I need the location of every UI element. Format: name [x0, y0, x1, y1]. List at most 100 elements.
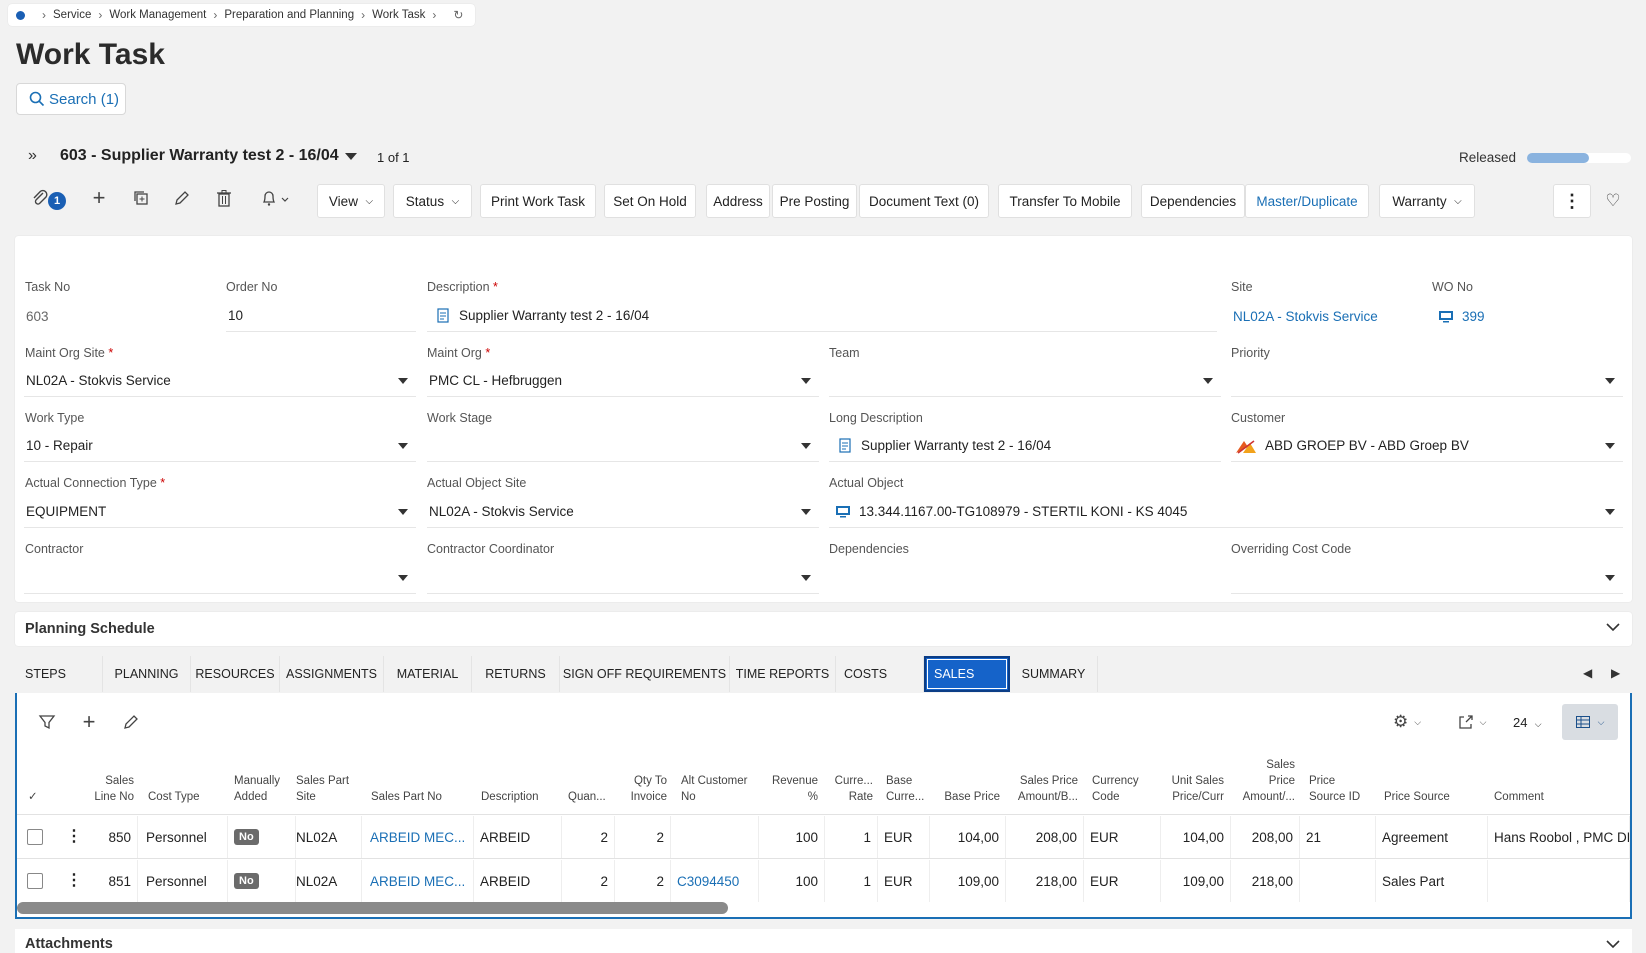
col-revenue-pct[interactable]: Revenue % — [768, 753, 818, 805]
pre-posting-button[interactable]: Pre Posting — [772, 184, 857, 218]
dependencies-button[interactable]: Dependencies — [1141, 184, 1245, 218]
contractor-select[interactable] — [24, 562, 416, 594]
cell-alt-customer-no[interactable] — [671, 816, 759, 858]
grid-edit-icon[interactable] — [119, 710, 143, 734]
work-stage-select[interactable] — [427, 430, 819, 462]
page-size-select[interactable]: 24 ⌵ — [1513, 715, 1542, 730]
refresh-icon[interactable]: ↻ — [453, 8, 463, 22]
work-type-select[interactable]: 10 - Repair — [24, 430, 416, 462]
col-sales-part-site[interactable]: Sales Part Site — [296, 753, 364, 805]
attachments-section[interactable]: Attachments — [15, 929, 1632, 953]
row-menu-icon[interactable]: ⋮ — [66, 870, 82, 890]
actual-object-site-select[interactable]: NL02A - Stokvis Service — [427, 496, 819, 528]
maint-org-site-select[interactable]: NL02A - Stokvis Service — [24, 365, 416, 397]
document-text-button[interactable]: Document Text (0) — [859, 184, 989, 218]
breadcrumb-preparation-planning[interactable]: Preparation and Planning — [224, 9, 354, 21]
row-menu-icon[interactable]: ⋮ — [66, 826, 82, 846]
col-price-source[interactable]: Price Source — [1384, 753, 1464, 805]
col-currency-rate[interactable]: Curre... Rate — [825, 753, 873, 805]
row-checkbox[interactable] — [27, 873, 43, 889]
breadcrumb-work-task[interactable]: Work Task — [372, 9, 425, 21]
select-all-checkmark-icon[interactable]: ✓ — [28, 753, 48, 805]
home-icon[interactable] — [16, 10, 25, 20]
tab-costs[interactable]: COSTS — [836, 656, 924, 692]
cell-price-source-id: 21 — [1300, 816, 1376, 858]
priority-select[interactable] — [1231, 365, 1623, 397]
cell-alt-customer-no[interactable]: C3094450 — [671, 860, 759, 902]
tab-steps[interactable]: STEPS — [15, 656, 103, 692]
col-description[interactable]: Description — [481, 753, 561, 805]
col-sales-price-amount-base[interactable]: Sales Price Amount/B... — [1010, 753, 1078, 805]
tab-scroll-left-icon[interactable]: ◀ — [1583, 666, 1592, 680]
tab-summary[interactable]: SUMMARY — [1010, 656, 1098, 692]
order-no-field[interactable]: 10 — [226, 300, 416, 332]
grid-settings-icon[interactable]: ⚙ ⌵ — [1385, 710, 1429, 734]
address-button[interactable]: Address — [706, 184, 770, 218]
breadcrumb-service[interactable]: Service — [53, 9, 91, 21]
description-field[interactable]: Supplier Warranty test 2 - 16/04 — [427, 300, 1217, 332]
set-on-hold-button[interactable]: Set On Hold — [604, 184, 696, 218]
filter-icon[interactable] — [35, 710, 59, 734]
search-button[interactable]: Search (1) — [16, 83, 126, 115]
horizontal-scrollbar[interactable] — [17, 902, 728, 914]
warranty-dropdown[interactable]: Warranty ⌵ — [1379, 184, 1475, 218]
col-price-source-id[interactable]: Price Source ID — [1309, 753, 1369, 805]
planning-schedule-section[interactable]: Planning Schedule — [15, 612, 1632, 646]
col-unit-sales-price-curr[interactable]: Unit Sales Price/Curr — [1164, 753, 1224, 805]
tab-resources[interactable]: RESOURCES — [191, 656, 280, 692]
col-manually-added[interactable]: Manually Added — [234, 753, 294, 805]
view-dropdown[interactable]: View ⌵ — [317, 184, 385, 218]
actual-connection-type-select[interactable]: EQUIPMENT — [24, 496, 416, 528]
grid-add-icon[interactable]: + — [77, 709, 101, 734]
breadcrumb-work-management[interactable]: Work Management — [109, 9, 206, 21]
tab-planning[interactable]: PLANNING — [103, 656, 191, 692]
tab-sign-off-requirements[interactable]: SIGN OFF REQUIREMENTS — [560, 656, 730, 692]
col-cost-type[interactable]: Cost Type — [148, 753, 228, 805]
edit-icon[interactable] — [170, 186, 194, 210]
tab-time-reports[interactable]: TIME REPORTS — [730, 656, 836, 692]
add-icon[interactable]: + — [87, 185, 111, 210]
actual-object-select[interactable]: 13.344.1167.00-TG108979 - STERTIL KONI -… — [829, 496, 1623, 528]
cell-sales-part-no[interactable]: ARBEID MEC... — [364, 816, 474, 858]
delete-icon[interactable] — [212, 186, 236, 210]
site-label: Site — [1231, 280, 1253, 294]
col-alt-customer-no[interactable]: Alt Customer No — [681, 753, 765, 805]
master-duplicate-button[interactable]: Master/Duplicate — [1245, 184, 1369, 218]
chevron-down-icon[interactable] — [1606, 620, 1620, 634]
tab-assignments[interactable]: ASSIGNMENTS — [280, 656, 384, 692]
more-options-icon[interactable]: ⋮ — [1553, 184, 1591, 218]
team-select[interactable] — [829, 365, 1221, 397]
transfer-to-mobile-button[interactable]: Transfer To Mobile — [998, 184, 1132, 218]
notification-bell-icon[interactable] — [255, 186, 295, 210]
cell-sales-part-no[interactable]: ARBEID MEC... — [364, 860, 474, 902]
col-sales-part-no[interactable]: Sales Part No — [371, 753, 471, 805]
customer-select[interactable]: ABD GROEP BV - ABD Groep BV — [1231, 430, 1623, 462]
col-sales-line-no[interactable]: Sales Line No — [88, 753, 134, 805]
tab-scroll-right-icon[interactable]: ▶ — [1611, 666, 1620, 680]
overriding-cost-code-select[interactable] — [1231, 562, 1623, 594]
site-link[interactable]: NL02A - Stokvis Service — [1231, 300, 1421, 332]
tab-returns[interactable]: RETURNS — [472, 656, 560, 692]
duplicate-icon[interactable] — [129, 186, 153, 210]
col-sales-price-amount-curr[interactable]: Sales Price Amount/... — [1237, 753, 1295, 805]
row-checkbox[interactable] — [27, 829, 43, 845]
export-icon[interactable]: ⌵ — [1450, 710, 1494, 734]
status-dropdown[interactable]: Status ⌵ — [393, 184, 472, 218]
col-currency-code[interactable]: Currency Code — [1092, 753, 1152, 805]
contractor-coordinator-select[interactable] — [427, 562, 819, 594]
table-view-icon[interactable]: ⌵ — [1562, 704, 1618, 740]
col-quantity[interactable]: Quan... — [568, 753, 628, 805]
tab-material[interactable]: MATERIAL — [384, 656, 472, 692]
col-base-price[interactable]: Base Price — [935, 753, 1000, 805]
chevron-down-icon[interactable] — [1606, 937, 1620, 951]
print-work-task-button[interactable]: Print Work Task — [480, 184, 596, 218]
col-qty-to-invoice[interactable]: Qty To Invoice — [625, 753, 667, 805]
maint-org-select[interactable]: PMC CL - Hefbruggen — [427, 365, 819, 397]
tab-sales[interactable]: SALES — [924, 656, 1010, 692]
col-comment[interactable]: Comment — [1494, 753, 1574, 805]
expand-navigator-icon[interactable]: » — [28, 147, 37, 165]
wo-no-link[interactable]: 399 — [1436, 300, 1626, 332]
record-selector-icon[interactable] — [345, 153, 357, 160]
long-description-field[interactable]: Supplier Warranty test 2 - 16/04 — [829, 430, 1221, 462]
favorite-heart-icon[interactable]: ♡ — [1601, 189, 1625, 213]
